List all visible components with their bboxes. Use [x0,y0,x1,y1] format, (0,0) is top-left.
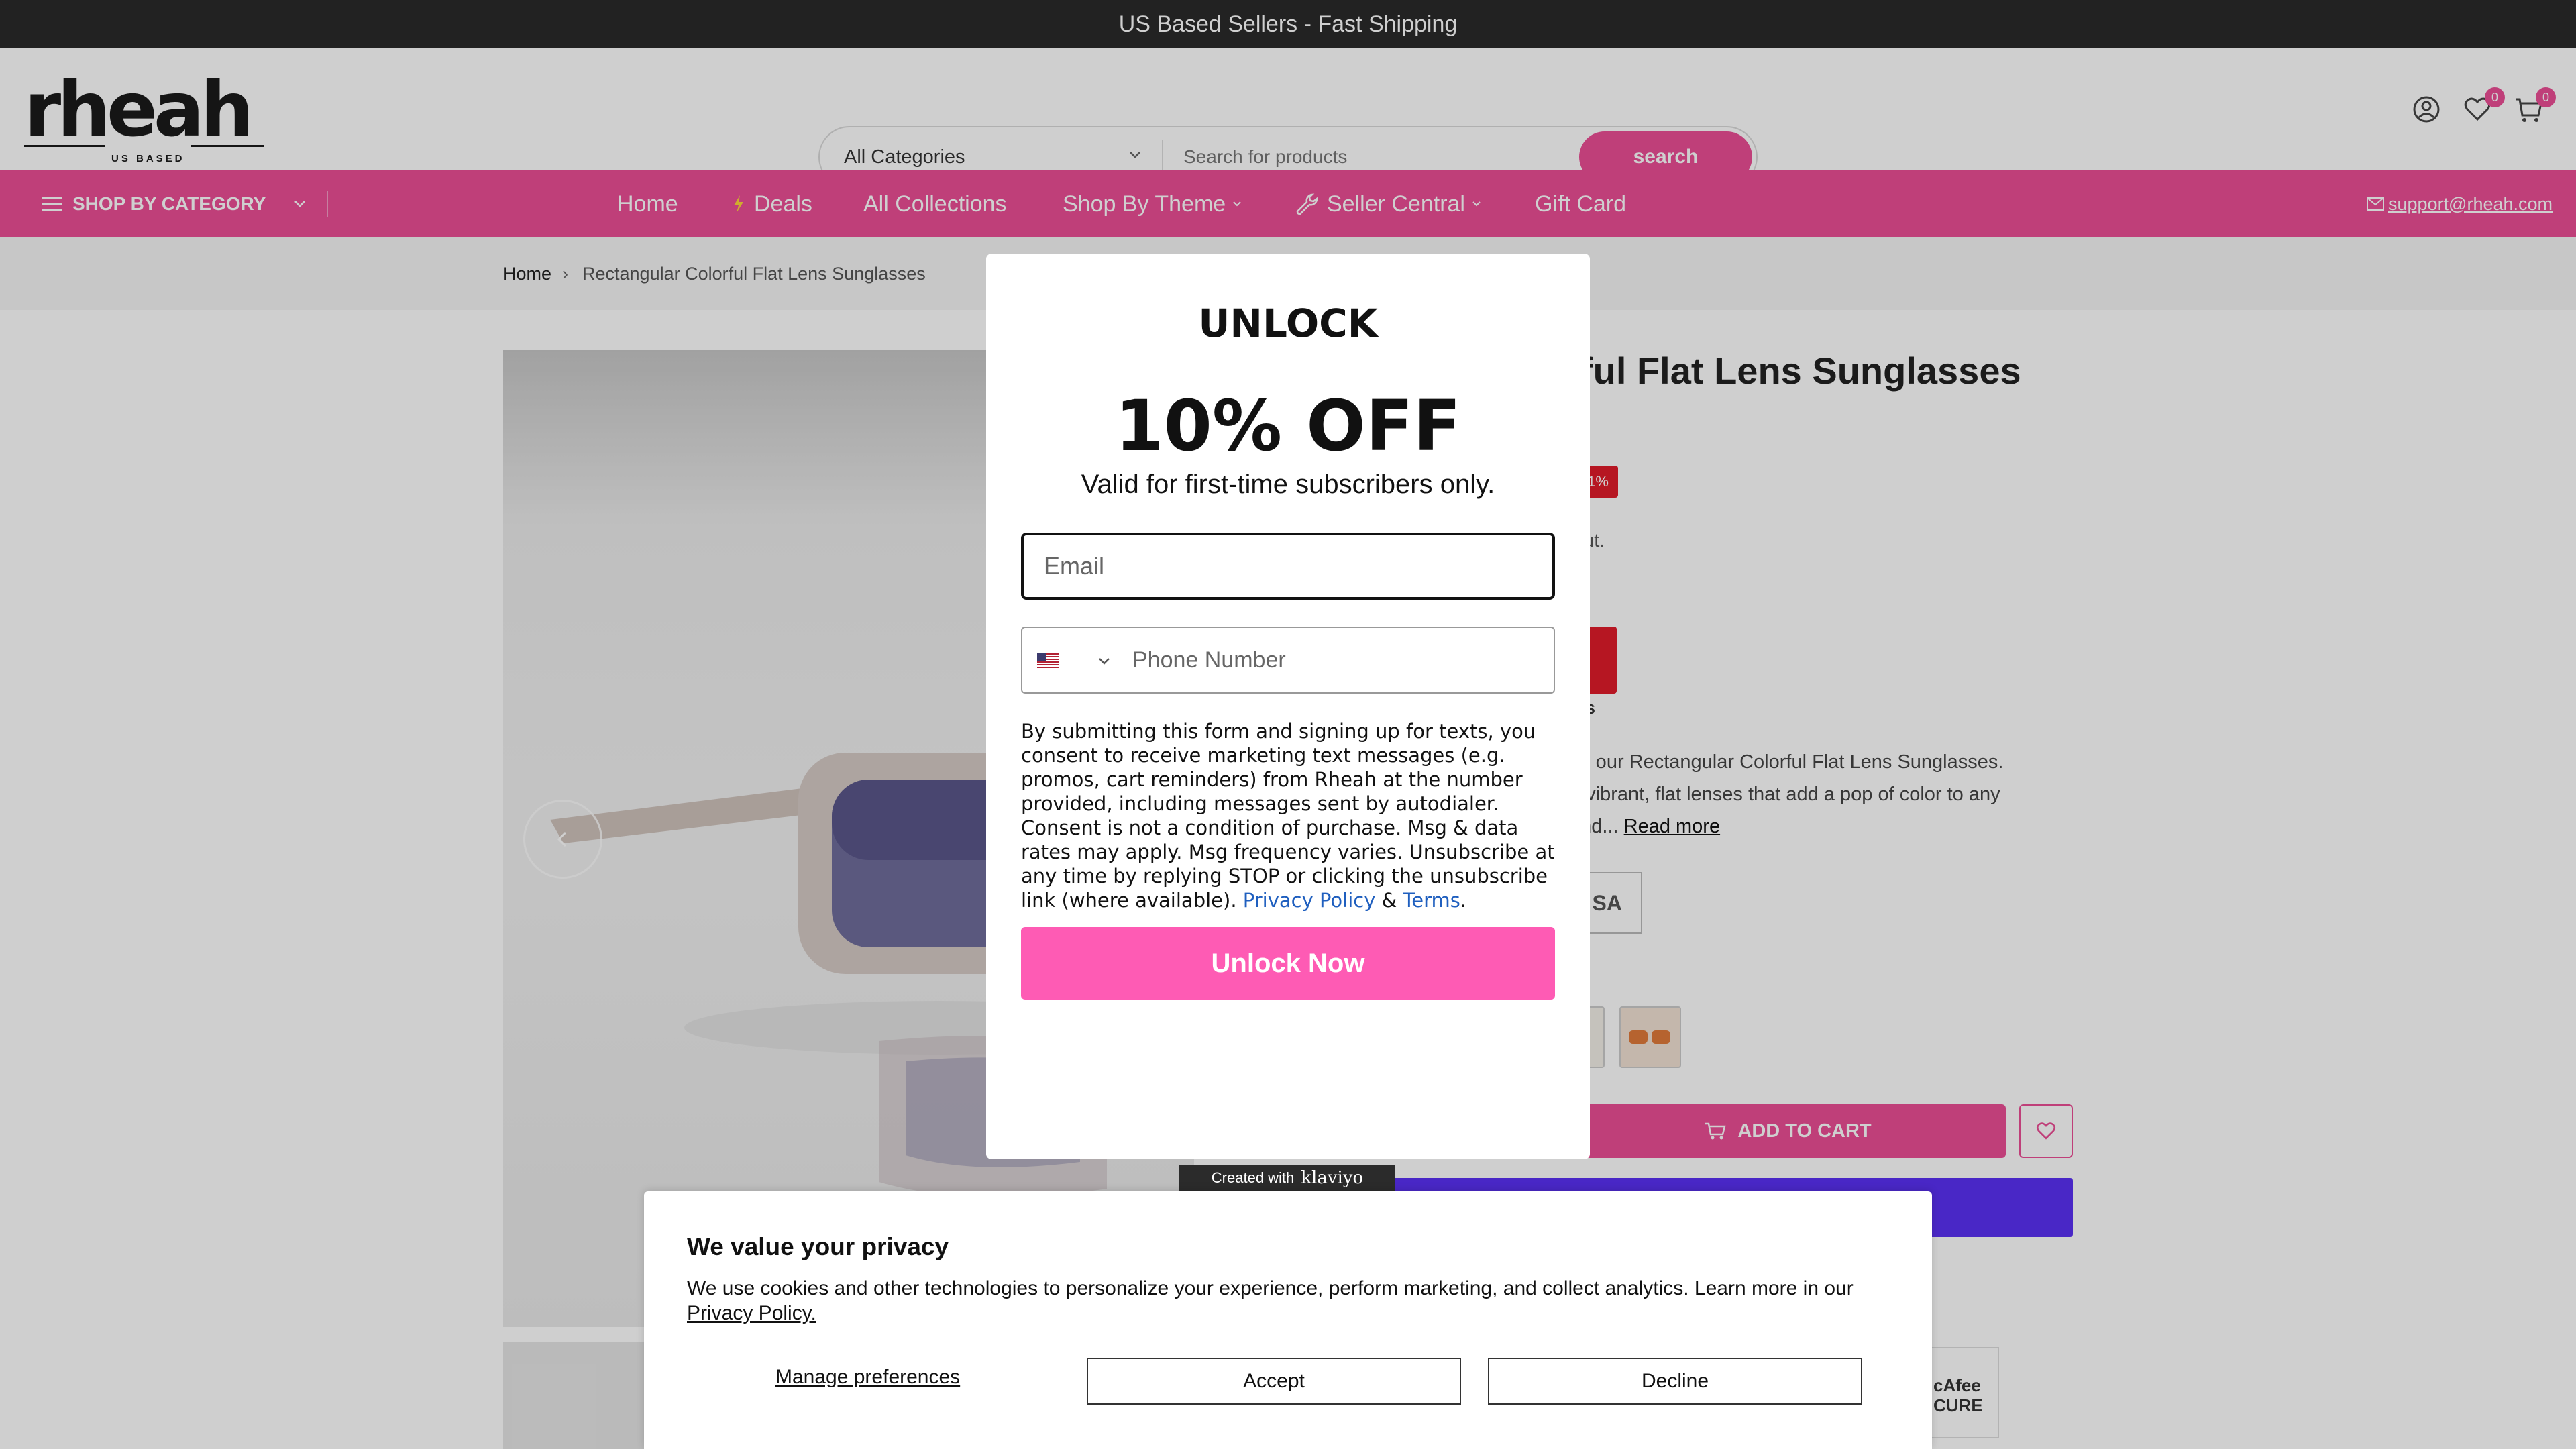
consent-period: . [1460,889,1467,912]
popup-subtitle: Valid for first-time subscribers only. [1081,470,1495,499]
manage-preferences-link[interactable]: Manage preferences [775,1366,960,1389]
consent-body: By submitting this form and signing up f… [1021,720,1555,912]
phone-field [1021,627,1555,694]
klaviyo-created-text: Created with [1211,1169,1295,1186]
privacy-policy-link[interactable]: Privacy Policy [1243,889,1376,912]
cookie-banner: We value your privacy We use cookies and… [644,1191,1932,1449]
terms-link[interactable]: Terms [1403,889,1460,912]
us-flag-icon[interactable] [1037,653,1059,668]
ampersand: & [1381,889,1397,912]
popup-title: UNLOCK [1198,301,1378,346]
phone-number-input[interactable] [1131,628,1534,692]
email-field[interactable] [1021,533,1555,600]
chevron-down-icon[interactable] [1095,652,1114,671]
cookie-title: We value your privacy [687,1233,949,1260]
cookie-privacy-link[interactable]: Privacy Policy. [687,1302,816,1324]
cookie-body: We use cookies and other technologies to… [687,1277,1854,1299]
klaviyo-badge[interactable]: Created with klaviyo [1179,1165,1395,1191]
cookie-text: We use cookies and other technologies to… [687,1276,1908,1326]
klaviyo-logo: klaviyo [1301,1168,1364,1188]
signup-popup: UNLOCK 10% OFF Valid for first-time subs… [986,254,1590,1159]
decline-cookies-button[interactable]: Decline [1488,1358,1862,1405]
unlock-now-button[interactable]: Unlock Now [1021,927,1555,1000]
popup-offer: 10% OFF [1115,385,1461,467]
accept-cookies-button[interactable]: Accept [1087,1358,1461,1405]
sms-consent-text: By submitting this form and signing up f… [1021,719,1564,912]
